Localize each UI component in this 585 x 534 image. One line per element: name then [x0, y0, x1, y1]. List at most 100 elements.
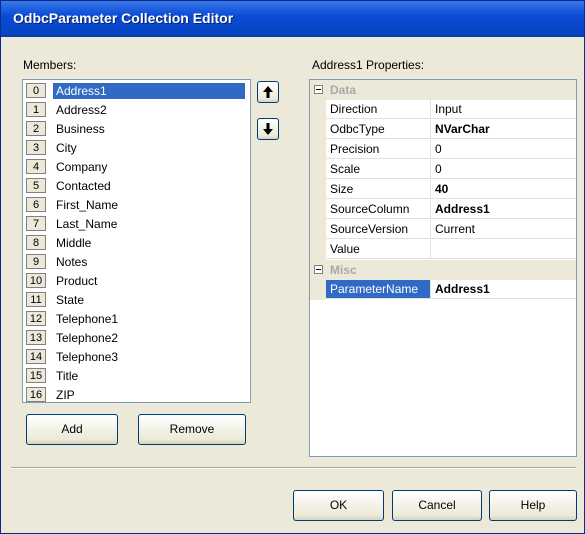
member-index: 1: [26, 102, 46, 117]
list-item[interactable]: 2 Business: [26, 120, 246, 138]
ok-button[interactable]: OK: [293, 490, 384, 521]
property-name: Direction: [326, 100, 431, 119]
member-index: 16: [26, 387, 46, 402]
property-name: ParameterName: [326, 280, 431, 299]
property-value[interactable]: Input: [431, 100, 576, 119]
property-value[interactable]: Address1: [431, 200, 576, 219]
member-name: Telephone2: [56, 331, 119, 345]
property-name: SourceColumn: [326, 200, 431, 219]
remove-button[interactable]: Remove: [138, 414, 246, 445]
property-row-value[interactable]: Value: [310, 240, 576, 260]
property-row-size[interactable]: Size 40: [310, 180, 576, 200]
member-index: 14: [26, 349, 46, 364]
member-index: 2: [26, 121, 46, 136]
property-value[interactable]: 0: [431, 140, 576, 159]
member-name: City: [56, 141, 77, 155]
list-item[interactable]: 1 Address2: [26, 101, 246, 119]
list-item[interactable]: 13 Telephone2: [26, 329, 246, 347]
member-name: Title: [56, 369, 79, 383]
list-item[interactable]: 6 First_Name: [26, 196, 246, 214]
category-misc[interactable]: Misc: [310, 260, 576, 280]
member-name: Telephone1: [56, 312, 119, 326]
member-name: Product: [56, 274, 98, 288]
property-value[interactable]: 0: [431, 160, 576, 179]
category-name: Data: [330, 83, 357, 97]
property-name: Precision: [326, 140, 431, 159]
property-row-precision[interactable]: Precision 0: [310, 140, 576, 160]
property-value[interactable]: Address1: [431, 280, 576, 299]
list-item[interactable]: 3 City: [26, 139, 246, 157]
collapse-box-icon[interactable]: [314, 265, 323, 274]
move-down-button[interactable]: [257, 118, 279, 140]
member-index: 9: [26, 254, 46, 269]
category-data[interactable]: Data: [310, 80, 576, 100]
cancel-button[interactable]: Cancel: [392, 490, 482, 521]
window-title: OdbcParameter Collection Editor: [13, 10, 234, 26]
member-index: 6: [26, 197, 46, 212]
list-item[interactable]: 5 Contacted: [26, 177, 246, 195]
member-name: Last_Name: [56, 217, 118, 231]
member-name: Notes: [56, 255, 88, 269]
properties-label: Address1 Properties:: [312, 58, 425, 72]
title-bar[interactable]: OdbcParameter Collection Editor: [1, 1, 584, 37]
property-row-sourceversion[interactable]: SourceVersion Current: [310, 220, 576, 240]
property-row-parametername[interactable]: ParameterName Address1: [310, 280, 576, 300]
property-grid[interactable]: Data Direction Input OdbcType NVarChar P…: [309, 79, 577, 457]
list-item[interactable]: 8 Middle: [26, 234, 246, 252]
list-item[interactable]: 7 Last_Name: [26, 215, 246, 233]
help-button[interactable]: Help: [489, 490, 577, 521]
member-name: ZIP: [56, 388, 75, 402]
add-button[interactable]: Add: [26, 414, 118, 445]
property-row-direction[interactable]: Direction Input: [310, 100, 576, 120]
property-value[interactable]: [431, 240, 576, 259]
footer-separator: [11, 467, 576, 469]
list-item[interactable]: 0 Address1: [26, 82, 246, 100]
move-up-button[interactable]: [257, 81, 279, 103]
member-index: 3: [26, 140, 46, 155]
list-item[interactable]: 9 Notes: [26, 253, 246, 271]
list-item[interactable]: 16 ZIP: [26, 386, 246, 404]
member-name: Middle: [56, 236, 92, 250]
member-name: Address1: [53, 83, 245, 99]
list-item[interactable]: 12 Telephone1: [26, 310, 246, 328]
member-name: Address2: [56, 103, 107, 117]
property-value[interactable]: Current: [431, 220, 576, 239]
property-name: SourceVersion: [326, 220, 431, 239]
member-name: First_Name: [56, 198, 119, 212]
members-label: Members:: [23, 58, 77, 72]
list-item[interactable]: 15 Title: [26, 367, 246, 385]
member-name: Company: [56, 160, 108, 174]
list-item[interactable]: 4 Company: [26, 158, 246, 176]
collapse-box-icon[interactable]: [314, 85, 323, 94]
arrow-down-icon: [263, 123, 273, 135]
member-index: 7: [26, 216, 46, 231]
member-index: 8: [26, 235, 46, 250]
member-name: Telephone3: [56, 350, 119, 364]
member-name: Business: [56, 122, 105, 136]
member-index: 12: [26, 311, 46, 326]
category-name: Misc: [330, 263, 357, 277]
property-row-scale[interactable]: Scale 0: [310, 160, 576, 180]
collection-editor-window: OdbcParameter Collection Editor Members:…: [0, 0, 585, 534]
property-value[interactable]: 40: [431, 180, 576, 199]
member-index: 0: [26, 83, 46, 98]
arrow-up-icon: [263, 86, 273, 98]
member-index: 11: [26, 292, 46, 307]
member-index: 13: [26, 330, 46, 345]
list-item[interactable]: 14 Telephone3: [26, 348, 246, 366]
members-list[interactable]: 0 Address1 1 Address2 2 Business 3 City …: [22, 79, 251, 403]
member-name: State: [56, 293, 85, 307]
list-item[interactable]: 11 State: [26, 291, 246, 309]
property-row-odbctype[interactable]: OdbcType NVarChar: [310, 120, 576, 140]
property-name: OdbcType: [326, 120, 431, 139]
property-name: Size: [326, 180, 431, 199]
member-index: 15: [26, 368, 46, 383]
property-name: Scale: [326, 160, 431, 179]
property-value[interactable]: NVarChar: [431, 120, 576, 139]
member-name: Contacted: [56, 179, 111, 193]
member-index: 10: [26, 273, 46, 288]
member-index: 4: [26, 159, 46, 174]
property-name: Value: [326, 240, 431, 259]
list-item[interactable]: 10 Product: [26, 272, 246, 290]
property-row-sourcecolumn[interactable]: SourceColumn Address1: [310, 200, 576, 220]
